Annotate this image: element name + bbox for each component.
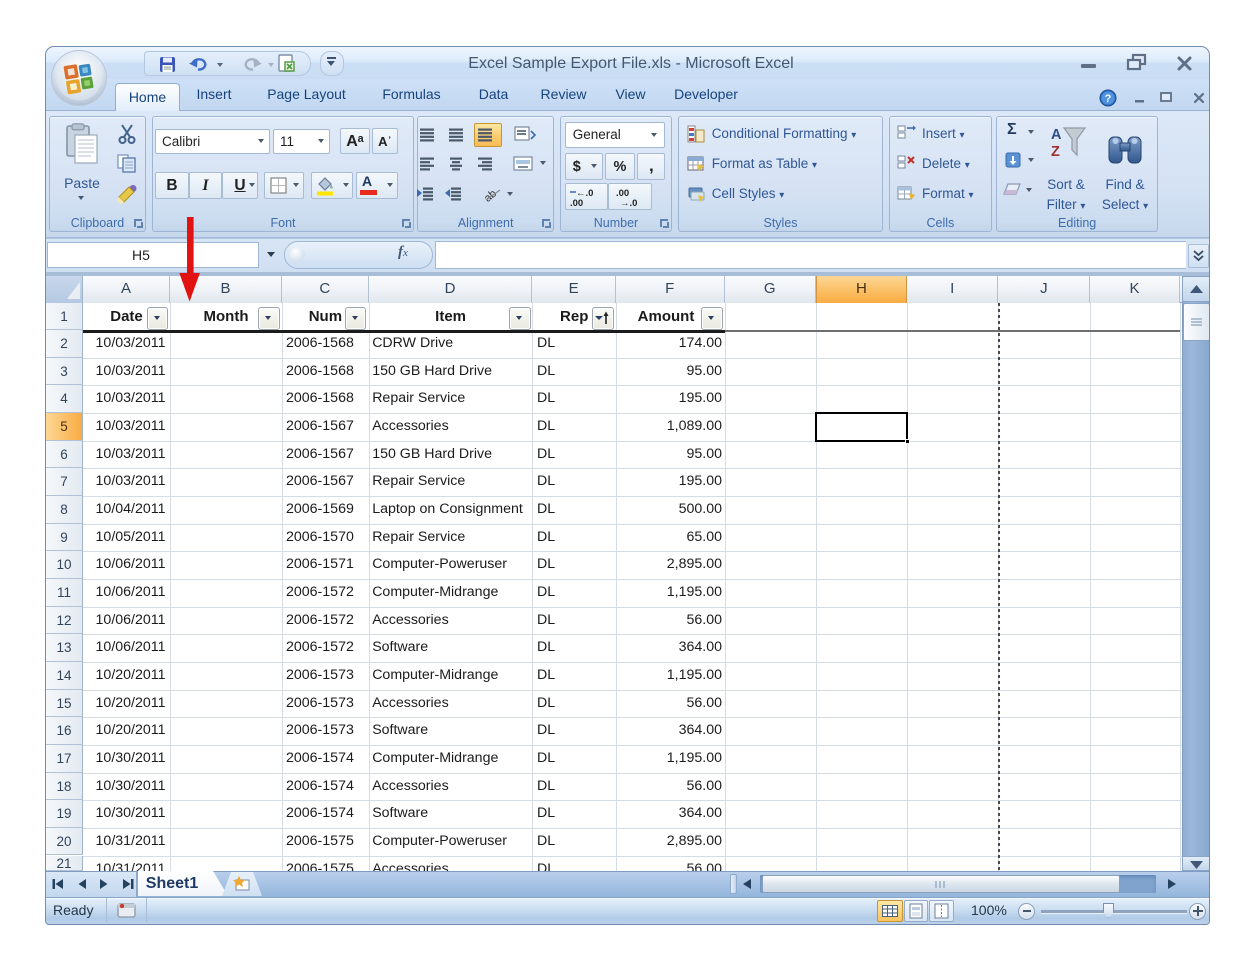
svg-text:?: ? [1105, 93, 1112, 105]
svg-text:→.0: →.0 [620, 198, 637, 208]
svg-text:.00: .00 [570, 198, 583, 208]
svg-text:Z: Z [1051, 144, 1060, 160]
svg-text:ab: ab [483, 188, 499, 203]
svg-text:A: A [1051, 127, 1062, 143]
